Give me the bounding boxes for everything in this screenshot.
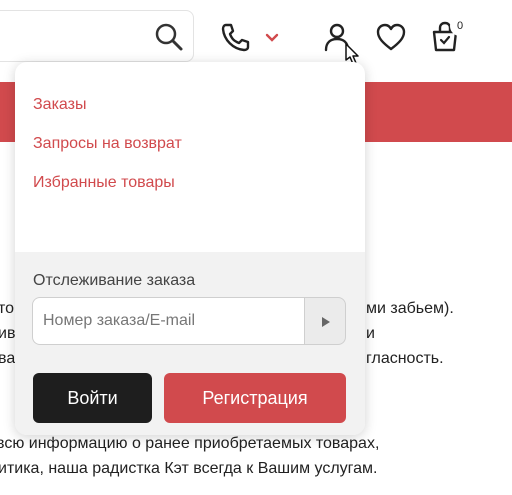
heart-icon[interactable] bbox=[374, 20, 408, 54]
tracking-submit-button[interactable] bbox=[304, 297, 346, 345]
menu-link-returns[interactable]: Запросы на возврат bbox=[33, 135, 182, 153]
article-text: ва bbox=[0, 350, 16, 367]
login-button[interactable]: Войти bbox=[33, 373, 152, 423]
tracking-label: Отслеживание заказа bbox=[33, 272, 196, 289]
article-text: то bbox=[0, 300, 15, 317]
account-dropdown: Заказы Запросы на возврат Избранные това… bbox=[15, 62, 365, 435]
cart-count-badge: 0 bbox=[450, 16, 470, 36]
article-text: ив bbox=[0, 325, 16, 342]
article-text: итика, наша радистка Кэт всегда к Вашим … bbox=[0, 460, 378, 477]
menu-link-orders[interactable]: Заказы bbox=[33, 96, 86, 114]
article-text: ми забьем). bbox=[366, 300, 454, 317]
play-arrow-icon bbox=[322, 317, 330, 327]
article-text: всю информацию о ранее приобретаемых тов… bbox=[0, 435, 380, 452]
tracking-input[interactable] bbox=[32, 297, 304, 345]
article-text: гласность. bbox=[366, 350, 444, 367]
article-text: и bbox=[366, 325, 375, 342]
register-button[interactable]: Регистрация bbox=[164, 373, 346, 423]
chevron-down-icon[interactable] bbox=[258, 20, 292, 54]
search-icon[interactable] bbox=[152, 20, 186, 54]
menu-link-favorites[interactable]: Избранные товары bbox=[33, 174, 175, 192]
phone-icon[interactable] bbox=[218, 20, 252, 54]
order-tracking-section: Отслеживание заказа Войти Регистрация bbox=[15, 252, 365, 435]
